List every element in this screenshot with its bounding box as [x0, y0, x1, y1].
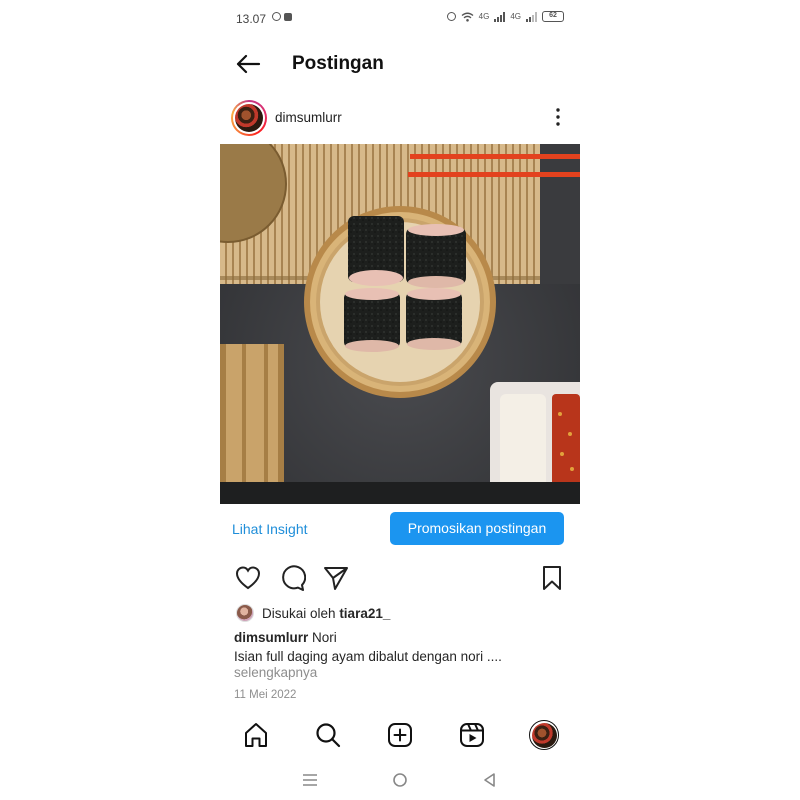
system-navigation: [220, 766, 580, 794]
caption: dimsumlurr Nori Isian full daging ayam d…: [234, 628, 570, 666]
dimsum-photo: [220, 144, 580, 504]
caption-text: Isian full daging ayam dibalut dengan no…: [234, 649, 502, 664]
post-username[interactable]: dimsumlurr: [275, 110, 342, 125]
home-circle-icon[interactable]: [390, 770, 410, 790]
arrow-left-icon[interactable]: [234, 52, 262, 76]
post-date: 11 Mei 2022: [234, 689, 297, 701]
page-title: Postingan: [292, 53, 384, 74]
status-time: 13.07: [236, 12, 267, 26]
message-icon: [284, 12, 292, 21]
post-header: dimsumlurr: [220, 98, 580, 138]
bookmark-icon[interactable]: [538, 564, 566, 592]
whatsapp-icon: [272, 12, 281, 21]
liker-username[interactable]: tiara21_: [339, 606, 390, 621]
reels-icon[interactable]: [457, 720, 487, 750]
bottom-navigation: [220, 716, 580, 756]
phone-screen: 13.07 4G 4G 62 Postingan dimsumlurr Liha…: [220, 0, 580, 800]
add-icon[interactable]: [385, 720, 415, 750]
profile-icon[interactable]: [529, 720, 559, 750]
avatar[interactable]: [231, 100, 267, 136]
wifi-icon: [461, 12, 474, 22]
signal-icon: [494, 11, 506, 22]
signal-icon: [526, 11, 537, 22]
promote-post-button[interactable]: Promosikan postingan: [390, 512, 564, 545]
network-label-1: 4G: [478, 12, 490, 21]
top-header: Postingan: [220, 44, 580, 84]
menu-icon[interactable]: [300, 770, 320, 790]
heart-icon[interactable]: [234, 564, 262, 592]
back-triangle-icon[interactable]: [480, 770, 500, 790]
caption-title: Nori: [312, 630, 337, 645]
notification-icons: [272, 12, 292, 21]
likes-prefix: Disukai oleh: [262, 605, 336, 621]
caption-username[interactable]: dimsumlurr: [234, 630, 308, 645]
battery-icon: 62: [542, 11, 564, 22]
view-insights-link[interactable]: Lihat Insight: [232, 521, 308, 537]
post-actions: [220, 562, 580, 594]
home-icon[interactable]: [241, 720, 271, 750]
status-bar: 13.07 4G 4G 62: [220, 8, 580, 28]
send-icon[interactable]: [322, 564, 350, 592]
post-image[interactable]: [220, 144, 580, 504]
alarm-icon: [446, 12, 456, 21]
comment-icon[interactable]: [278, 564, 306, 592]
liker-avatar: [236, 604, 254, 622]
system-icons: 4G 4G 62: [446, 11, 564, 22]
search-icon[interactable]: [313, 720, 343, 750]
likes-row[interactable]: Disukai oleh tiara21_: [236, 604, 390, 622]
see-more-link[interactable]: selengkapnya: [234, 665, 317, 680]
network-label-2: 4G: [510, 12, 521, 21]
more-vertical-icon[interactable]: [552, 106, 564, 128]
